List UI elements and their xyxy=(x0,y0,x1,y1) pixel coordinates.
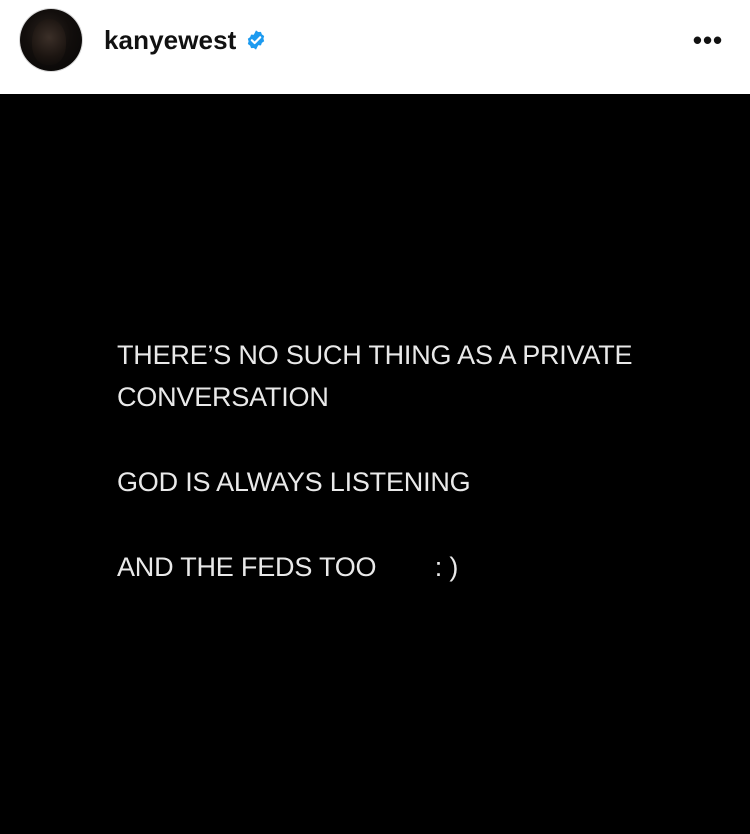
username-row: kanyewest xyxy=(104,22,267,58)
post-text-line-2: CONVERSATION xyxy=(117,382,329,412)
username-link[interactable]: kanyewest xyxy=(104,25,236,56)
avatar-face xyxy=(32,19,66,65)
post-text-spacer xyxy=(117,503,717,546)
post-image[interactable]: THERE’S NO SUCH THING AS A PRIVATE CONVE… xyxy=(0,94,750,834)
more-horizontal-icon: ••• xyxy=(692,25,724,55)
post-header: kanyewest ••• xyxy=(0,0,750,94)
post-text-line-4: AND THE FEDS TOO : ) xyxy=(117,552,459,582)
post-text-spacer xyxy=(117,418,717,461)
verified-badge-icon xyxy=(245,29,267,51)
avatar[interactable] xyxy=(20,9,82,71)
more-options-button[interactable]: ••• xyxy=(688,26,728,54)
post-image-text: THERE’S NO SUCH THING AS A PRIVATE CONVE… xyxy=(117,334,717,588)
post-text-line-3: GOD IS ALWAYS LISTENING xyxy=(117,467,471,497)
post-text-line-1: THERE’S NO SUCH THING AS A PRIVATE xyxy=(117,340,633,370)
